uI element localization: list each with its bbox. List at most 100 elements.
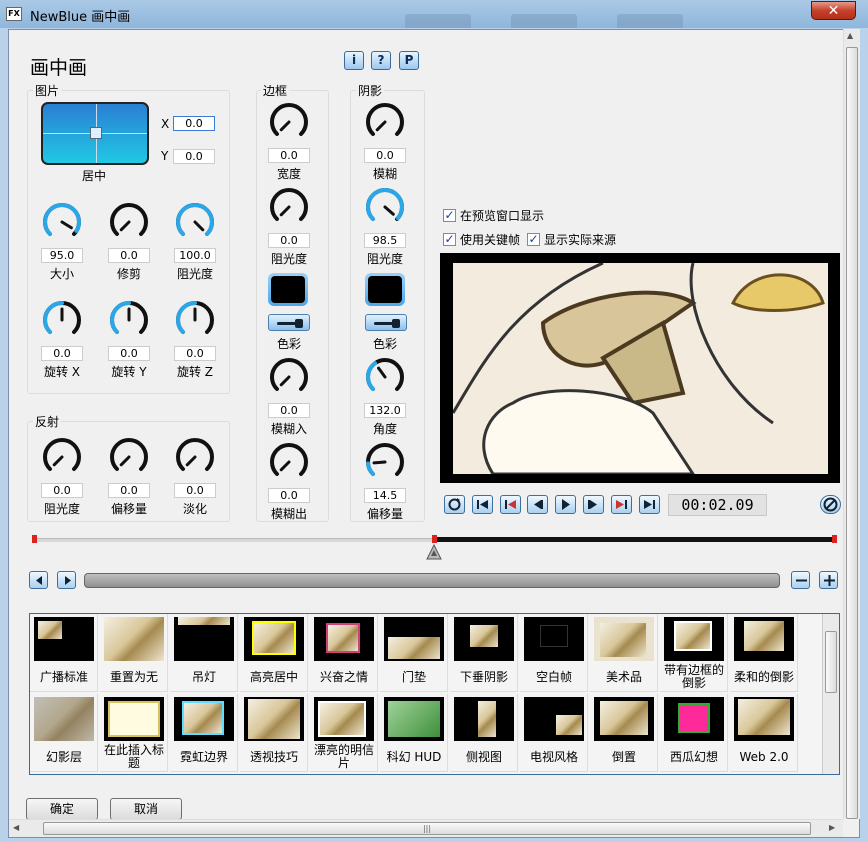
border-color-swatch[interactable] (268, 273, 308, 306)
preset-label: 重置为无 (109, 669, 158, 684)
window-horizontal-scrollbar[interactable]: ◀ ||| ▶ (9, 819, 843, 837)
app-icon: FX (6, 7, 22, 21)
next-keyframe-button[interactable] (611, 495, 632, 514)
preset-item[interactable]: 科幻 HUD (380, 694, 448, 772)
trim-value[interactable]: 0.0 (108, 248, 150, 263)
step-forward-button[interactable] (583, 495, 604, 514)
keyframe-marker-current[interactable] (432, 535, 437, 543)
preset-label: 广播标准 (39, 669, 88, 684)
window-vertical-scrollbar[interactable]: ▲ (843, 29, 860, 819)
play-button[interactable] (555, 495, 576, 514)
picture-opacity-value[interactable]: 100.0 (174, 248, 216, 263)
trim-knob[interactable] (107, 200, 151, 244)
ok-button[interactable]: 确定 (26, 798, 98, 820)
y-input[interactable]: 0.0 (173, 149, 215, 164)
preset-item[interactable]: 幻影层 (30, 694, 98, 772)
prev-keyframe-button[interactable] (500, 495, 521, 514)
preset-item[interactable]: 带有边框的倒影 (660, 614, 728, 692)
border-color-picker[interactable] (268, 314, 310, 331)
show-in-preview-checkbox[interactable]: ✓ (443, 209, 456, 222)
preset-thumbnail-image (600, 623, 646, 657)
step-forward-icon (588, 500, 597, 509)
timeline-track-before[interactable] (34, 538, 434, 542)
picture-opacity-knob[interactable] (173, 200, 217, 244)
cancel-button[interactable]: 取消 (110, 798, 182, 820)
preset-item[interactable]: 重置为无 (100, 614, 168, 692)
playhead-handle[interactable] (426, 543, 442, 564)
rotate-x-value[interactable]: 0.0 (41, 346, 83, 361)
step-back-button[interactable] (527, 495, 548, 514)
preset-scrollbar-thumb[interactable] (825, 631, 837, 693)
show-in-preview-label: 在预览窗口显示 (460, 209, 545, 223)
size-value[interactable]: 95.0 (41, 248, 83, 263)
zoom-in-button[interactable] (819, 571, 838, 589)
preset-item[interactable]: 霓虹边界 (170, 694, 238, 772)
preset-item[interactable]: 吊灯 (170, 614, 238, 692)
preset-item[interactable]: 美术品 (590, 614, 658, 692)
preset-thumbnail (104, 617, 164, 661)
window-hscroll-thumb[interactable]: ||| (43, 822, 811, 835)
preset-item[interactable]: 广播标准 (30, 614, 98, 692)
shadow-color-swatch[interactable] (365, 273, 405, 306)
keyframe-marker-start[interactable] (32, 535, 37, 543)
timeline-track-after[interactable] (434, 537, 834, 542)
preset-item[interactable]: 高亮居中 (240, 614, 308, 692)
preset-item[interactable]: 在此插入标题 (100, 694, 168, 772)
dial-icon (176, 301, 214, 335)
info-button[interactable]: i (344, 51, 364, 70)
timecode-display: 00:02.09 (668, 494, 767, 516)
preset-label: 电视风格 (529, 749, 578, 764)
preset-thumbnail-image (38, 621, 62, 639)
position-handle[interactable] (90, 127, 102, 139)
preset-item[interactable]: 兴奋之情 (310, 614, 378, 692)
scroll-up-icon[interactable]: ▲ (847, 31, 853, 40)
preset-item[interactable]: 倒置 (590, 694, 658, 772)
keyframe-marker-end[interactable] (832, 535, 837, 543)
settings-button[interactable] (820, 495, 841, 514)
help-button[interactable]: ? (371, 51, 391, 70)
rotate-z-label: 旋转 Z (176, 365, 214, 379)
preset-item[interactable]: 侧视图 (450, 694, 518, 772)
loop-button[interactable] (444, 495, 465, 514)
rotate-z-knob[interactable] (173, 298, 217, 342)
preset-label: 柔和的倒影 (733, 669, 794, 684)
preset-item[interactable]: 漂亮的明信片 (310, 694, 378, 772)
preset-thumbnail-image (178, 617, 230, 625)
scroll-right-button[interactable] (57, 571, 76, 589)
rotate-y-value[interactable]: 0.0 (108, 346, 150, 361)
preset-item[interactable]: 空白帧 (520, 614, 588, 692)
show-actual-source-checkbox[interactable]: ✓ (527, 233, 540, 246)
rotate-y-knob[interactable] (107, 298, 151, 342)
zoom-out-button[interactable] (791, 571, 810, 589)
border-group (256, 90, 329, 522)
preset-item[interactable]: 柔和的倒影 (730, 614, 798, 692)
no-entry-icon (823, 497, 838, 512)
use-keyframes-checkbox[interactable]: ✓ (443, 233, 456, 246)
shadow-color-picker[interactable] (365, 314, 407, 331)
scroll-left-icon[interactable]: ◀ (13, 823, 19, 832)
preset-thumbnail-image (540, 625, 568, 647)
rotate-x-knob[interactable] (40, 298, 84, 342)
window-scrollbar-thumb[interactable] (846, 47, 858, 819)
preset-button[interactable]: P (399, 51, 419, 70)
use-keyframes-label: 使用关键帧 (460, 233, 521, 247)
preset-item[interactable]: 门垫 (380, 614, 448, 692)
rotate-z-value[interactable]: 0.0 (174, 346, 216, 361)
preset-item[interactable]: 透视技巧 (240, 694, 308, 772)
preset-item[interactable]: 电视风格 (520, 694, 588, 772)
scroll-right-icon[interactable]: ▶ (829, 823, 835, 832)
preset-item[interactable]: 西瓜幻想 (660, 694, 728, 772)
size-knob[interactable] (40, 200, 84, 244)
rotate-x-label: 旋转 X (43, 365, 81, 379)
go-to-start-button[interactable] (472, 495, 493, 514)
timeline-zoom-bar[interactable] (84, 573, 780, 588)
position-label: 居中 (82, 169, 107, 183)
preset-scrollbar[interactable] (822, 614, 839, 774)
go-to-end-button[interactable] (639, 495, 660, 514)
close-button[interactable]: ✕ (811, 1, 856, 20)
scroll-left-button[interactable] (29, 571, 48, 589)
preset-item[interactable]: 下垂阴影 (450, 614, 518, 692)
x-input[interactable]: 0.0 (173, 116, 215, 131)
preset-item[interactable]: Web 2.0 (730, 694, 798, 772)
position-pad[interactable] (41, 102, 149, 165)
